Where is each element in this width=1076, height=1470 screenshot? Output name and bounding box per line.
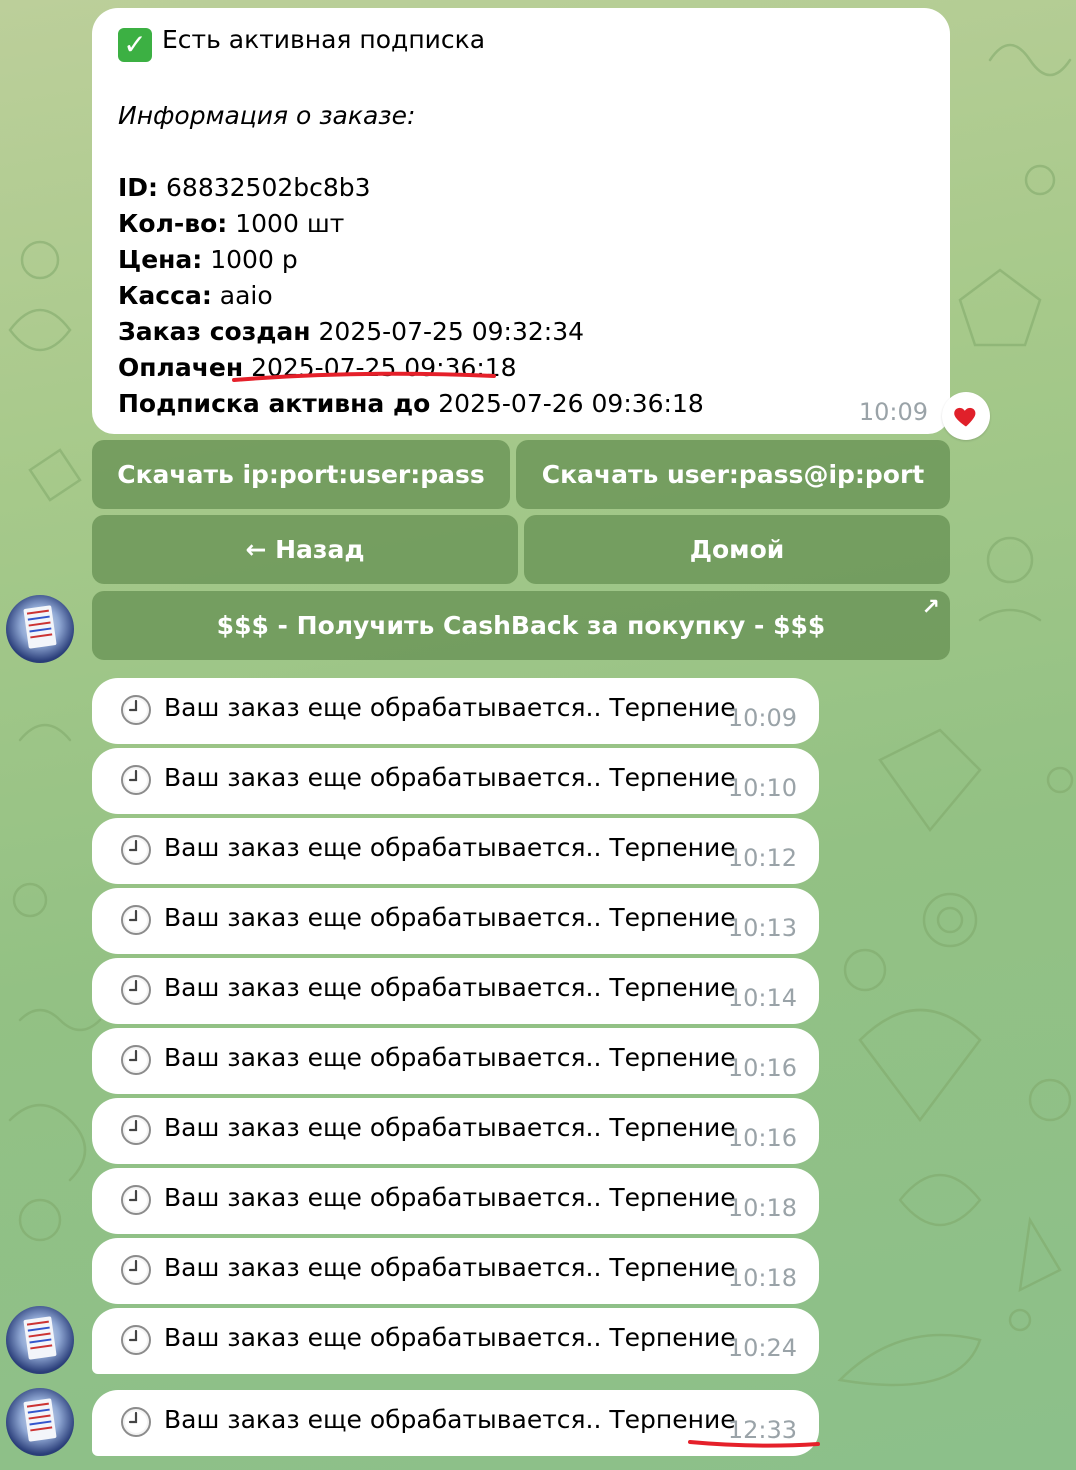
clock-icon [121,765,151,795]
field-label: Оплачен [118,353,244,382]
message-text: Ваш заказ еще обрабатывается.. Терпение [164,1323,736,1352]
field-value: aaio [219,281,273,310]
clock-icon [121,695,151,725]
processing-message: Ваш заказ еще обрабатывается.. Терпение 1… [92,1098,819,1164]
processing-message: Ваш заказ еще обрабатывается.. Терпение 1… [92,1168,819,1234]
message-time: 10:09 [727,704,797,732]
download-ip-port-button[interactable]: Скачать ip:port:user:pass [92,440,510,509]
clock-icon [121,1325,151,1355]
message-text: Ваш заказ еще обрабатывается.. Терпение [164,1405,736,1434]
field-value: 2025-07-26 09:36:18 [438,389,704,418]
message-time: 10:10 [727,774,797,802]
field-price: Цена: 1000 р [118,242,924,278]
message-text: Ваш заказ еще обрабатывается.. Терпение [164,1183,736,1212]
message-time: 10:12 [727,844,797,872]
clock-icon [121,1115,151,1145]
processing-message: Ваш заказ еще обрабатывается.. Терпение 1… [92,1308,819,1374]
message-text: Ваш заказ еще обрабатывается.. Терпение [164,693,736,722]
clock-icon [121,1407,151,1437]
order-info-heading: Информация о заказе: [118,101,416,130]
field-value: 1000 шт [235,209,345,238]
message-time: 10:16 [727,1054,797,1082]
message-text: Ваш заказ еще обрабатывается.. Терпение [164,1253,736,1282]
order-info-message: ✓ Есть активная подписка Информация о зак… [92,8,950,434]
field-label: Цена: [118,245,203,274]
field-value: 1000 р [210,245,298,274]
clock-icon [121,905,151,935]
processing-message: Ваш заказ еще обрабатывается.. Терпение 1… [92,1390,819,1456]
message-text: Ваш заказ еще обрабатывается.. Терпение [164,1113,736,1142]
message-time: 10:09 [858,398,928,426]
processing-message: Ваш заказ еще обрабатывается.. Терпение 1… [92,818,819,884]
heart-icon [954,407,976,427]
field-label: ID: [118,173,159,202]
check-mark-icon: ✓ [118,28,152,62]
back-button[interactable]: ← Назад [92,515,518,584]
reaction-heart[interactable] [942,392,990,440]
message-time: 10:24 [727,1334,797,1362]
processing-message: Ваш заказ еще обрабатывается.. Терпение 1… [92,888,819,954]
field-quantity: Кол-во: 1000 шт [118,206,924,242]
field-label: Касса: [118,281,212,310]
processing-message: Ваш заказ еще обрабатывается.. Терпение 1… [92,958,819,1024]
external-link-arrow-icon: ↗ [921,595,940,620]
message-text: Ваш заказ еще обрабатывается.. Терпение [164,763,736,792]
cashback-label: $$$ - Получить CashBack за покупку - $$$ [216,611,826,640]
message-time: 10:14 [727,984,797,1012]
field-label: Заказ создан [118,317,311,346]
subscription-status-text: Есть активная подписка [162,25,486,54]
message-text: Ваш заказ еще обрабатывается.. Терпение [164,973,736,1002]
clock-icon [121,1255,151,1285]
download-user-pass-button[interactable]: Скачать user:pass@ip:port [516,440,950,509]
field-value: 2025-07-25 09:32:34 [318,317,585,346]
processing-message: Ваш заказ еще обрабатывается.. Терпение 1… [92,1028,819,1094]
message-time: 10:18 [727,1194,797,1222]
field-value: 2025-07-25 09:36:18 [251,353,517,382]
bot-avatar[interactable] [6,1306,74,1374]
message-time: 10:18 [727,1264,797,1292]
field-payment-provider: Касса: aaio [118,278,924,314]
clock-icon [121,1185,151,1215]
home-button[interactable]: Домой [524,515,950,584]
message-text: Ваш заказ еще обрабатывается.. Терпение [164,1043,736,1072]
field-paid: Оплачен 2025-07-25 09:36:18 [118,350,924,386]
processing-message: Ваш заказ еще обрабатывается.. Терпение 1… [92,678,819,744]
field-value: 68832502bc8b3 [166,173,371,202]
field-subscription-until: Подписка активна до 2025-07-26 09:36:18 [118,386,924,422]
bot-avatar[interactable] [6,1388,74,1456]
message-time: 10:16 [727,1124,797,1152]
field-id: ID: 68832502bc8b3 [118,170,924,206]
processing-message: Ваш заказ еще обрабатывается.. Терпение 1… [92,748,819,814]
field-label: Кол-во: [118,209,228,238]
bot-avatar[interactable] [6,595,74,663]
message-text: Ваш заказ еще обрабатывается.. Терпение [164,833,736,862]
processing-message: Ваш заказ еще обрабатывается.. Терпение 1… [92,1238,819,1304]
field-order-created: Заказ создан 2025-07-25 09:32:34 [118,314,924,350]
clock-icon [121,975,151,1005]
message-time: 12:33 [727,1416,797,1444]
message-text: Ваш заказ еще обрабатывается.. Терпение [164,903,736,932]
field-label: Подписка активна до [118,389,431,418]
message-time: 10:13 [727,914,797,942]
clock-icon [121,1045,151,1075]
cashback-button[interactable]: $$$ - Получить CashBack за покупку - $$$… [92,591,950,660]
clock-icon [121,835,151,865]
